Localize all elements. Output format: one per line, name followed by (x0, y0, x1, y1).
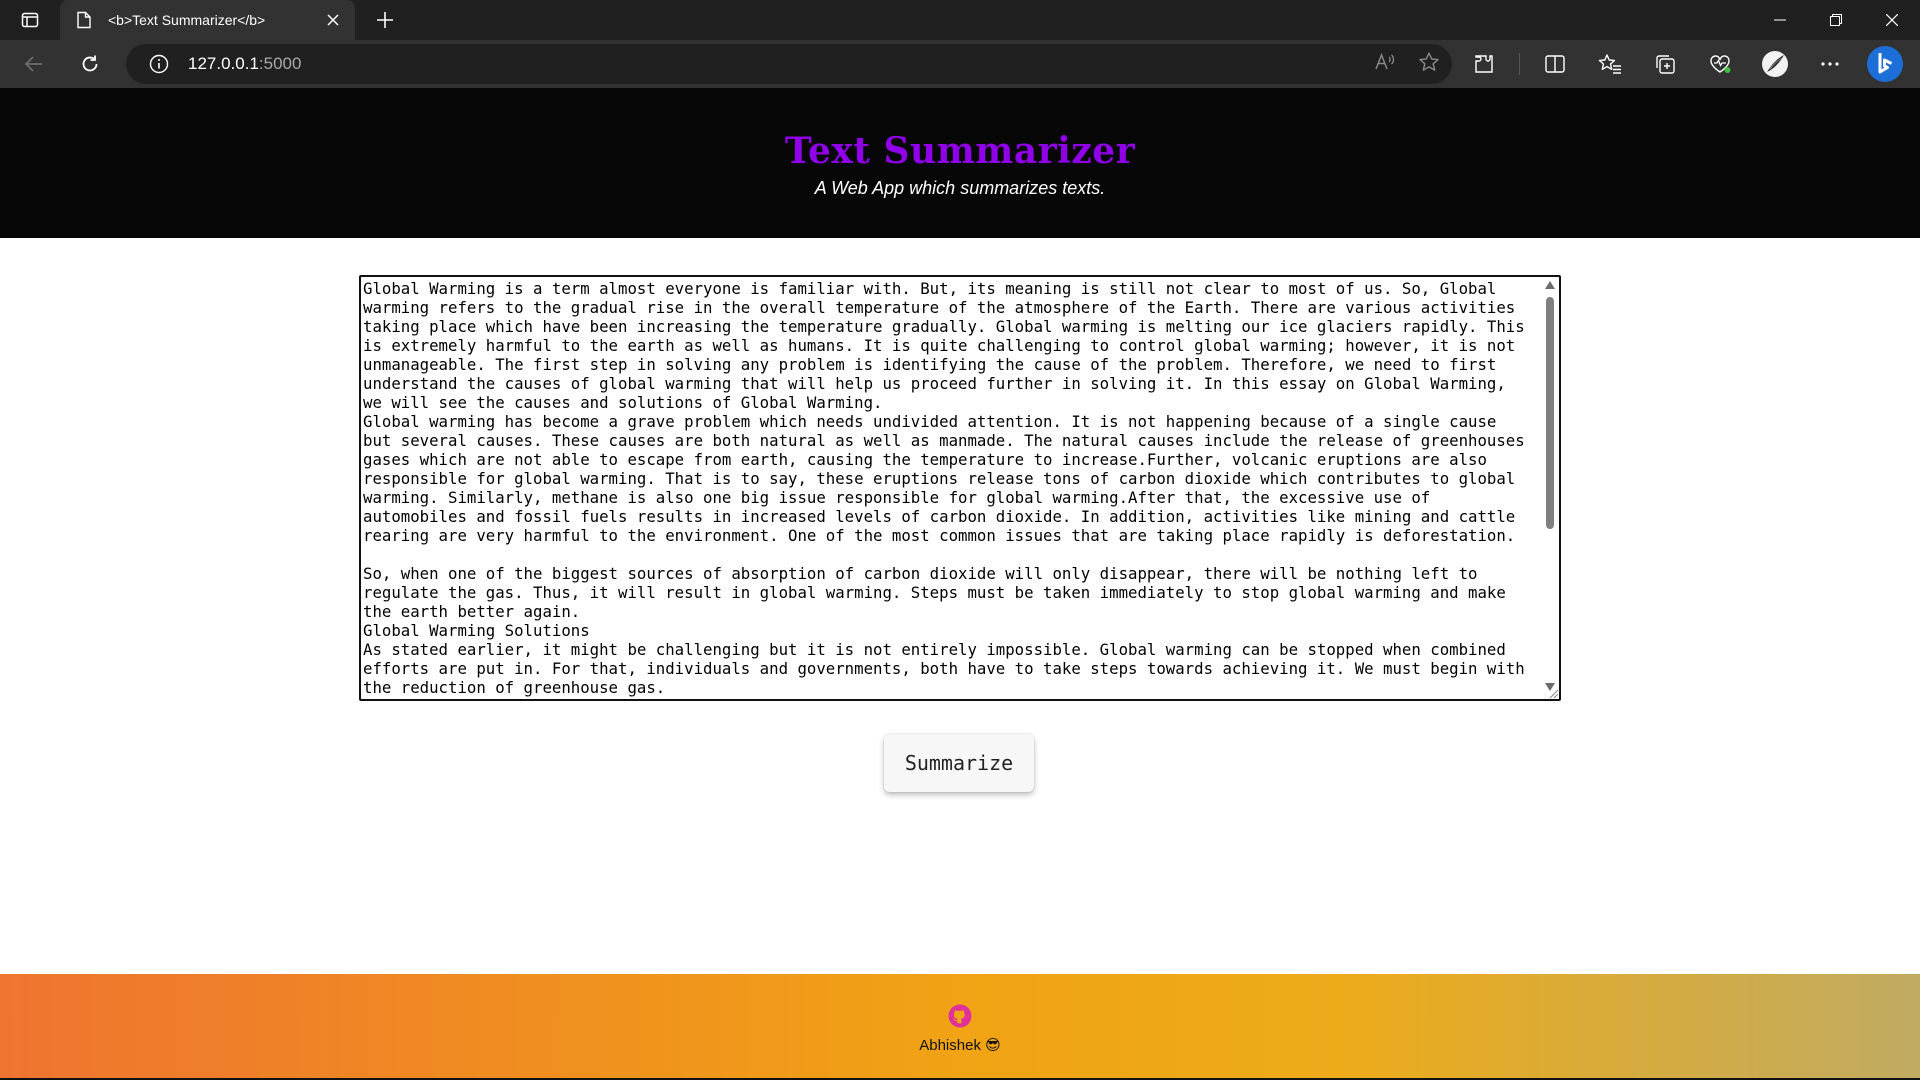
app-header: Text Summarizer A Web App which summariz… (0, 88, 1920, 238)
read-aloud-icon[interactable] (1374, 52, 1396, 77)
footer: Abhishek 😎 (0, 974, 1920, 1078)
scroll-up-arrow-icon[interactable] (1544, 279, 1556, 291)
textarea-scrollbar[interactable] (1541, 277, 1559, 699)
refresh-icon (82, 55, 98, 72)
favorites-icon[interactable] (1590, 44, 1630, 84)
plus-icon (377, 12, 393, 28)
tab-actions-button[interactable] (0, 0, 60, 40)
window-controls (1752, 0, 1920, 40)
new-tab-button[interactable] (367, 2, 403, 38)
minimize-button[interactable] (1752, 0, 1808, 40)
browser-tab[interactable]: <b>Text Summarizer</b> (60, 0, 355, 40)
main-content: Global Warming is a term almost everyone… (0, 238, 1920, 974)
favorite-star-icon[interactable] (1418, 51, 1440, 78)
input-text-area[interactable]: Global Warming is a term almost everyone… (359, 275, 1561, 701)
url-text: 127.0.0.1:5000 (188, 54, 301, 74)
profile-avatar[interactable] (1755, 44, 1795, 84)
summarize-button[interactable]: Summarize (884, 734, 1034, 792)
page-title: Text Summarizer (784, 130, 1136, 172)
url-bar[interactable]: 127.0.0.1:5000 (126, 44, 1452, 84)
info-icon[interactable] (144, 49, 174, 79)
toolbar-icons (1464, 40, 1920, 88)
page-icon (74, 10, 94, 30)
url-port: :5000 (258, 54, 302, 73)
close-window-button[interactable] (1864, 0, 1920, 40)
restore-icon (1830, 14, 1842, 26)
close-tab-icon[interactable] (319, 6, 347, 34)
browser-address-bar: 127.0.0.1:5000 (0, 40, 1920, 88)
extensions-icon[interactable] (1464, 44, 1504, 84)
resize-grip-icon[interactable] (1547, 687, 1559, 699)
tab-actions-icon (21, 12, 39, 28)
github-icon[interactable] (948, 1004, 972, 1028)
restore-button[interactable] (1808, 0, 1864, 40)
page-subtitle: A Web App which summarizes texts. (814, 178, 1106, 198)
omnibox-actions (1374, 44, 1440, 84)
tab-title: <b>Text Summarizer</b> (108, 12, 266, 28)
collections-icon[interactable] (1645, 44, 1685, 84)
toolbar-divider (1519, 53, 1520, 75)
refresh-button[interactable] (70, 44, 110, 84)
footer-author: Abhishek 😎 (919, 1037, 1001, 1054)
scrollbar-thumb[interactable] (1546, 297, 1554, 529)
browser-tab-bar: <b>Text Summarizer</b> (0, 0, 1920, 40)
url-host: 127.0.0.1 (188, 54, 259, 73)
more-options-icon[interactable] (1810, 44, 1850, 84)
browser-essentials-icon[interactable] (1700, 44, 1740, 84)
close-icon (1886, 14, 1898, 26)
minimize-icon (1774, 19, 1786, 21)
back-arrow-icon (24, 56, 42, 72)
split-screen-icon[interactable] (1535, 44, 1575, 84)
bing-copilot-icon[interactable] (1865, 44, 1905, 84)
back-button[interactable] (14, 44, 54, 84)
